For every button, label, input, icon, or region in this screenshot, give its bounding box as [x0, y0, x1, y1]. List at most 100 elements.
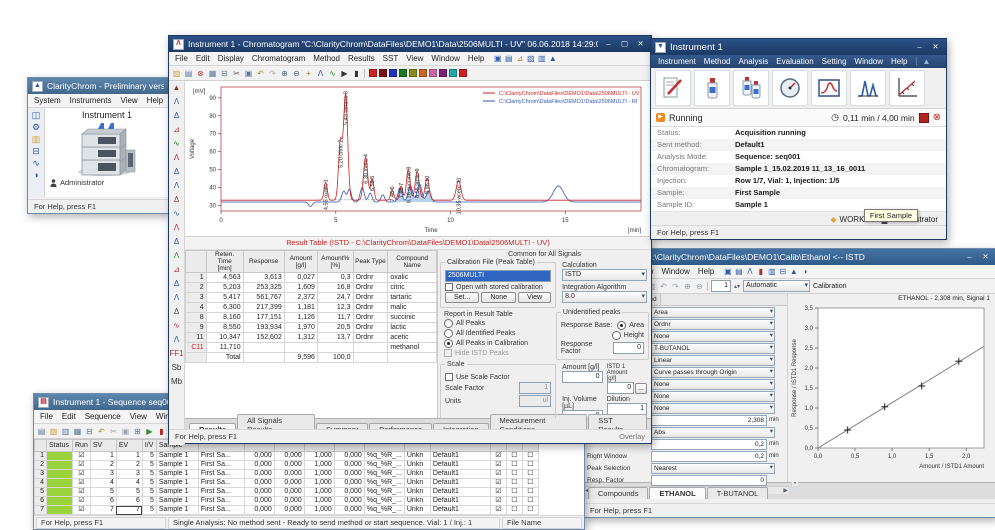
- menu-item[interactable]: View: [116, 96, 141, 105]
- cell[interactable]: 1,970: [284, 323, 317, 333]
- print-icon[interactable]: ⊟: [85, 426, 94, 437]
- cell[interactable]: 1: [186, 273, 207, 283]
- calib-points-icon[interactable]: ▤: [734, 266, 743, 277]
- cell[interactable]: 0,000: [274, 452, 304, 461]
- chromatogram-plot-container[interactable]: 30405060708090051015[mV]VoltageTime[min]…: [185, 81, 651, 237]
- cell[interactable]: succinic: [388, 313, 437, 323]
- integration-tool-icon[interactable]: Δ: [169, 165, 184, 179]
- cell[interactable]: Unkn: [404, 506, 430, 515]
- view-button[interactable]: View: [518, 292, 551, 303]
- table-row[interactable]: 2☑225Sample 1First Sa...0,0000,0001,0000…: [35, 461, 539, 470]
- cell[interactable]: Ordnr: [353, 293, 388, 303]
- table-row[interactable]: 14,5633,6130,0270,3Ordnroxalic: [186, 273, 437, 283]
- column-header[interactable]: I/V: [142, 440, 156, 452]
- device-monitor-button[interactable]: [772, 70, 808, 106]
- cell[interactable]: 1: [116, 452, 142, 461]
- titlebar[interactable]: ▲ ClarityChrom - Preliminary version: [28, 78, 168, 94]
- cell[interactable]: ☐: [522, 479, 538, 488]
- cell[interactable]: Default1: [430, 452, 490, 461]
- help-icon[interactable]: ◑: [800, 266, 809, 277]
- overlay-color-swatch[interactable]: [459, 69, 467, 77]
- cut-icon[interactable]: ✂: [232, 68, 241, 79]
- calibration-file-input[interactable]: 2506MULTI: [445, 270, 551, 282]
- window-control-button[interactable]: ▢: [618, 39, 631, 50]
- cell[interactable]: ☐: [506, 497, 522, 506]
- menu-item[interactable]: Help: [464, 54, 488, 63]
- cell[interactable]: 0,000: [244, 506, 274, 515]
- property-control[interactable]: 0: [651, 475, 767, 486]
- menu-item[interactable]: File: [171, 54, 192, 63]
- cell[interactable]: 0,000: [334, 506, 364, 515]
- copy-icon[interactable]: ▣: [121, 426, 130, 437]
- integration-tool-icon[interactable]: ∿: [169, 319, 184, 333]
- cell[interactable]: 2: [186, 283, 207, 293]
- menu-item[interactable]: Window: [851, 57, 887, 66]
- open-chromatogram-icon[interactable]: ▨: [172, 68, 181, 79]
- cell[interactable]: 5: [90, 488, 116, 497]
- cell[interactable]: 0,000: [244, 470, 274, 479]
- titlebar[interactable]: Λ Instrument 1 - Chromatogram "C:\Clarit…: [169, 36, 651, 52]
- calibration-button[interactable]: [889, 70, 925, 106]
- cell[interactable]: 0,000: [274, 470, 304, 479]
- integration-tool-icon[interactable]: ∿: [169, 207, 184, 221]
- print-icon[interactable]: ⊟: [220, 68, 229, 79]
- cell[interactable]: ☐: [506, 461, 522, 470]
- cell[interactable]: Sample 1: [156, 506, 198, 515]
- help-icon[interactable]: ◑: [32, 170, 41, 181]
- cell[interactable]: Sample 1: [156, 479, 198, 488]
- calib-view-icon[interactable]: ▣: [723, 266, 732, 277]
- cell[interactable]: 1,000: [304, 506, 334, 515]
- property-control[interactable]: None: [651, 379, 775, 390]
- cell[interactable]: Unkn: [404, 470, 430, 479]
- cell[interactable]: 0,027: [284, 273, 317, 283]
- property-control[interactable]: None: [651, 403, 775, 414]
- cell[interactable]: 1,000: [304, 452, 334, 461]
- cell[interactable]: 11: [186, 333, 207, 343]
- property-control[interactable]: Ordnr: [651, 319, 775, 330]
- cell[interactable]: 0,000: [244, 452, 274, 461]
- cell[interactable]: 193,934: [243, 323, 284, 333]
- all-calibration-radio[interactable]: [444, 339, 453, 348]
- table-row[interactable]: 1110,347152,6021,31213,7Ordnracetic: [186, 333, 437, 343]
- cell[interactable]: Unkn: [404, 488, 430, 497]
- column-header[interactable]: [35, 440, 47, 452]
- undo-icon[interactable]: ↶: [256, 68, 265, 79]
- table-row[interactable]: 6☑665Sample 1First Sa...0,0000,0001,0000…: [35, 497, 539, 506]
- menu-item[interactable]: Method: [309, 54, 344, 63]
- window-control-button[interactable]: ✕: [929, 42, 942, 53]
- cell[interactable]: 0,000: [244, 479, 274, 488]
- overlay-color-swatch[interactable]: [379, 69, 387, 77]
- cell[interactable]: [353, 343, 388, 353]
- 3d-view-icon[interactable]: ▧: [526, 53, 535, 64]
- cell[interactable]: 0,000: [244, 461, 274, 470]
- gradient-icon[interactable]: ▥: [537, 53, 546, 64]
- cell[interactable]: 5: [142, 452, 156, 461]
- instrument-image[interactable]: [68, 120, 146, 178]
- cell[interactable]: 5,417: [206, 293, 243, 303]
- cell[interactable]: [47, 452, 73, 461]
- archive-icon[interactable]: ▥: [32, 134, 41, 145]
- cell[interactable]: citric: [388, 283, 437, 293]
- integration-tool-icon[interactable]: Λ: [169, 179, 184, 193]
- integration-tool-icon[interactable]: ⊿: [169, 123, 184, 137]
- cell[interactable]: 0,000: [244, 488, 274, 497]
- cell[interactable]: Ordnr: [353, 313, 388, 323]
- copy-icon[interactable]: ▣: [244, 68, 253, 79]
- table-row[interactable]: 98,550193,9341,97020,5Ordnrlactic: [186, 323, 437, 333]
- cell[interactable]: 3: [90, 470, 116, 479]
- integration-tool-icon[interactable]: ∿: [169, 137, 184, 151]
- menu-item[interactable]: Method: [700, 57, 735, 66]
- cell[interactable]: Ordnr: [353, 283, 388, 293]
- cell[interactable]: 4: [90, 479, 116, 488]
- station-icon[interactable]: ⊟: [32, 146, 41, 157]
- integration-tool-icon[interactable]: Δ: [169, 277, 184, 291]
- cell[interactable]: Sample 1: [156, 497, 198, 506]
- cell[interactable]: [47, 479, 73, 488]
- column-header[interactable]: Amount [g/l]: [284, 251, 317, 273]
- zoom-in-icon[interactable]: ⊕: [683, 281, 692, 292]
- zoom-out-icon[interactable]: ⊖: [695, 281, 704, 292]
- menu-item[interactable]: Window: [657, 267, 693, 276]
- menu-item[interactable]: Display: [214, 54, 248, 63]
- integration-tool-icon[interactable]: Δ: [169, 109, 184, 123]
- cell[interactable]: 217,399: [243, 303, 284, 313]
